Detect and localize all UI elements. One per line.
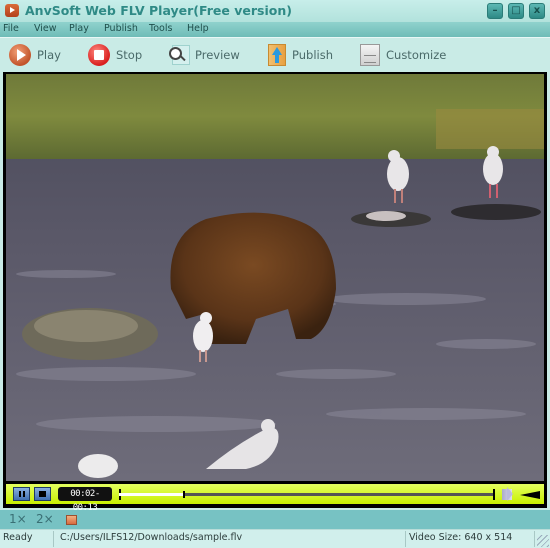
title-bar: AnvSoft Web FLV Player(Free version) – □…: [0, 0, 550, 22]
maximize-button[interactable]: □: [508, 3, 524, 19]
seek-handle[interactable]: [182, 491, 185, 498]
stop-icon: [88, 44, 110, 66]
upload-icon: [268, 44, 286, 66]
play-icon: [9, 44, 31, 66]
maximize-icon: □: [511, 5, 521, 16]
preview-button[interactable]: Preview: [169, 43, 240, 67]
customize-button[interactable]: Customize: [360, 43, 446, 67]
document-icon: [360, 44, 380, 66]
pause-button[interactable]: [13, 487, 30, 501]
seek-bar[interactable]: [119, 489, 495, 500]
player-frame: 00:02-00:13: [3, 72, 547, 513]
playback-controls: 00:02-00:13: [6, 484, 544, 513]
app-logo-icon: [5, 4, 19, 17]
status-state: Ready: [3, 532, 33, 543]
status-divider: [53, 531, 54, 547]
customize-label: Customize: [386, 48, 447, 62]
preview-label: Preview: [195, 48, 240, 62]
seek-progress: [119, 493, 183, 496]
menu-view[interactable]: View: [34, 23, 57, 34]
play-button[interactable]: Play: [9, 43, 61, 67]
seek-end-marker: [493, 489, 495, 500]
publish-label: Publish: [292, 48, 333, 62]
status-bar: Ready C:/Users/ILFS12/Downloads/sample.f…: [0, 529, 550, 548]
zoom-2x-button[interactable]: 2×: [36, 512, 54, 526]
menu-play[interactable]: Play: [69, 23, 89, 34]
time-display: 00:02-00:13: [58, 487, 112, 513]
publish-button[interactable]: Publish: [268, 43, 333, 67]
zoom-1x-button[interactable]: 1×: [9, 512, 27, 526]
close-icon: x: [533, 5, 541, 16]
menu-file[interactable]: File: [3, 23, 19, 34]
close-button[interactable]: x: [529, 3, 545, 19]
stop-playback-button[interactable]: [34, 487, 51, 501]
magnifier-icon: [169, 45, 190, 65]
video-frame-image: [6, 74, 544, 481]
speaker-icon[interactable]: [502, 487, 513, 501]
volume-slider[interactable]: [520, 491, 540, 499]
status-video-size: Video Size: 640 x 514: [409, 532, 513, 543]
zoom-bar: 1× 2×: [0, 510, 550, 529]
minimize-icon: –: [492, 5, 498, 16]
status-file-path: C:/Users/ILFS12/Downloads/sample.flv: [60, 532, 243, 543]
toolbar: Play Stop Preview Publish Customize: [0, 37, 550, 73]
play-label: Play: [37, 48, 61, 62]
stop-button[interactable]: Stop: [88, 43, 142, 67]
stop-label: Stop: [116, 48, 143, 62]
window-title: AnvSoft Web FLV Player(Free version): [25, 3, 292, 18]
status-divider: [405, 531, 406, 547]
fit-window-icon[interactable]: [66, 515, 77, 525]
menu-bar: File View Play Publish Tools Help: [0, 22, 550, 37]
menu-help[interactable]: Help: [187, 23, 209, 34]
menu-publish[interactable]: Publish: [104, 23, 138, 34]
menu-tools[interactable]: Tools: [149, 23, 172, 34]
video-display[interactable]: [6, 74, 544, 481]
status-divider: [534, 531, 535, 547]
minimize-button[interactable]: –: [487, 3, 503, 19]
resize-grip[interactable]: [537, 535, 549, 547]
